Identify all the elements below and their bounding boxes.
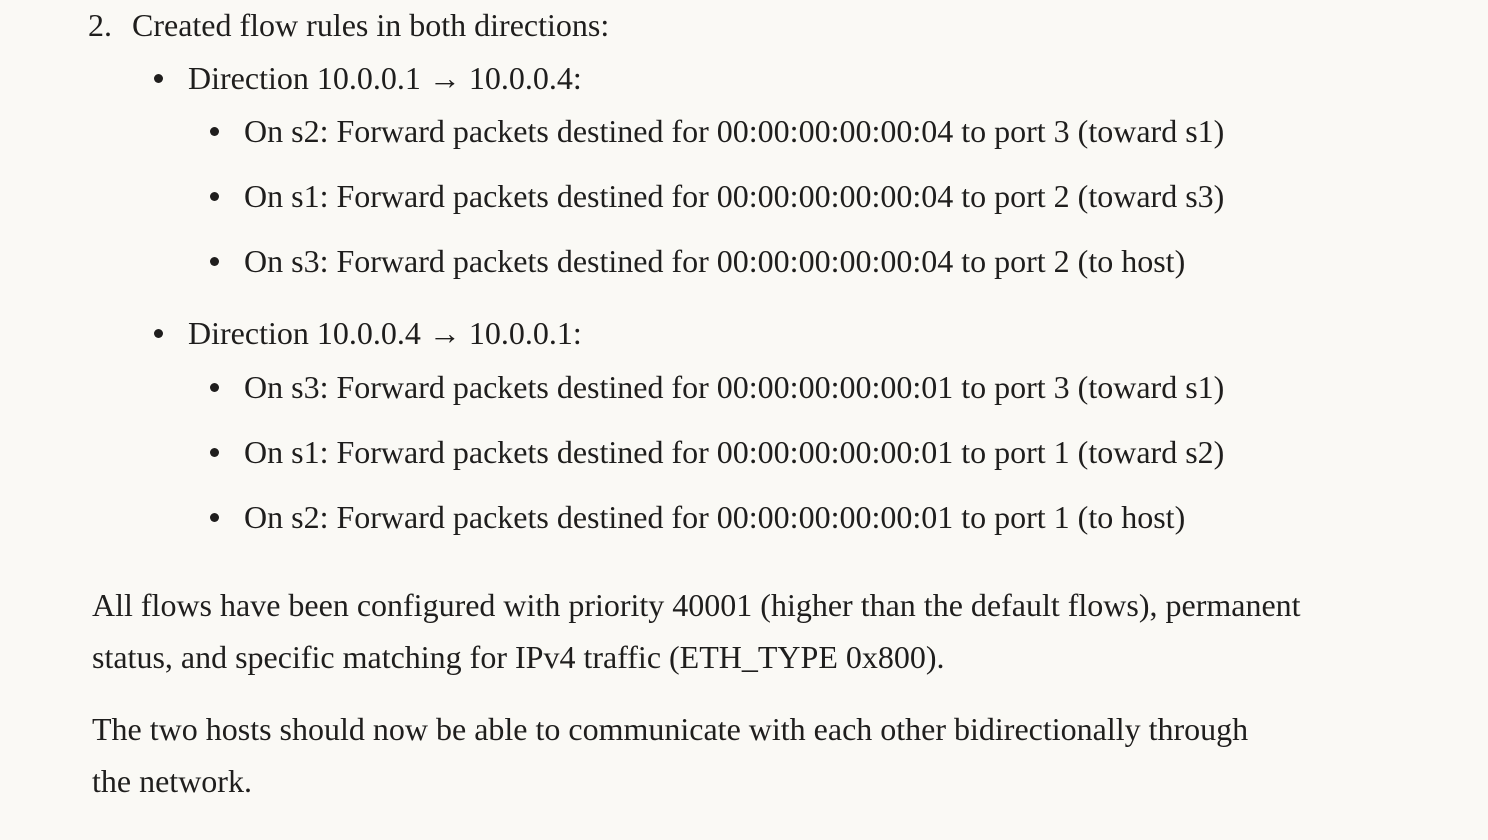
direction-label: Direction 10.0.0.4 → 10.0.0.1: (188, 315, 582, 351)
flow-rule: On s2: Forward packets destined for 00:0… (244, 113, 1225, 149)
bullet-icon (154, 329, 163, 338)
list-number: 2. (88, 7, 112, 43)
paragraph-line: the network. (92, 763, 252, 799)
bullet-icon (210, 127, 219, 136)
bullet-icon (154, 74, 163, 83)
bullet-icon (210, 448, 219, 457)
bullet-icon (210, 257, 219, 266)
paragraph-line: The two hosts should now be able to comm… (92, 711, 1249, 747)
list-item-title: Created flow rules in both directions: (132, 7, 610, 43)
bullet-icon (210, 192, 219, 201)
flow-rule: On s1: Forward packets destined for 00:0… (244, 178, 1225, 214)
flow-rule: On s3: Forward packets destined for 00:0… (244, 369, 1225, 405)
paragraph-line: status, and specific matching for IPv4 t… (92, 639, 945, 675)
paragraph-line: All flows have been configured with prio… (92, 587, 1301, 623)
flow-rule: On s3: Forward packets destined for 00:0… (244, 243, 1186, 279)
direction-label: Direction 10.0.0.1 → 10.0.0.4: (188, 60, 582, 96)
bullet-icon (210, 513, 219, 522)
flow-rule: On s1: Forward packets destined for 00:0… (244, 434, 1225, 470)
flow-rule: On s2: Forward packets destined for 00:0… (244, 499, 1186, 535)
bullet-icon (210, 383, 219, 392)
